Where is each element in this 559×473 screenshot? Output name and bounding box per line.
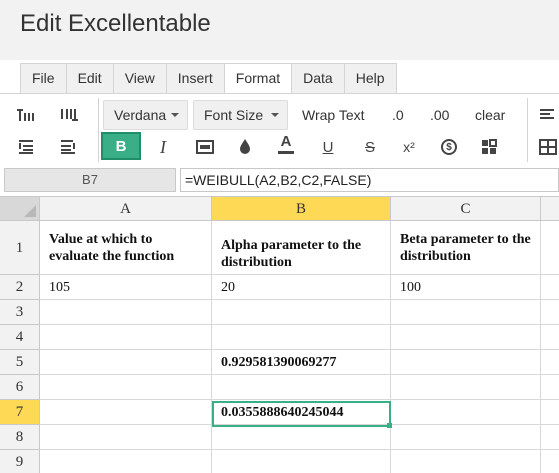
chevron-down-icon bbox=[171, 113, 179, 117]
cell-a3[interactable] bbox=[40, 300, 212, 325]
font-size-value: Font Size bbox=[204, 107, 264, 123]
cell-c1[interactable]: Beta parameter to the distribution bbox=[391, 221, 541, 275]
cell-d2[interactable] bbox=[541, 275, 559, 300]
menu-insert[interactable]: Insert bbox=[166, 63, 225, 94]
column-header-a[interactable]: A bbox=[40, 197, 212, 221]
menu-help[interactable]: Help bbox=[344, 63, 397, 94]
wrap-text-button[interactable]: Wrap Text bbox=[302, 107, 365, 123]
cell-b3[interactable] bbox=[212, 300, 391, 325]
cell-a2[interactable]: 105 bbox=[40, 275, 212, 300]
row-header-1[interactable]: 1 bbox=[0, 221, 40, 275]
insert-column-left-icon[interactable] bbox=[14, 134, 40, 160]
align-left-icon[interactable] bbox=[535, 102, 559, 128]
cell-c2[interactable]: 100 bbox=[391, 275, 541, 300]
font-color-button[interactable]: A bbox=[273, 130, 299, 156]
font-color-swatch bbox=[278, 150, 294, 154]
cell-d3[interactable] bbox=[541, 300, 559, 325]
toolbar-separator bbox=[98, 98, 99, 162]
insert-row-below-icon[interactable] bbox=[56, 102, 82, 128]
row-header-9[interactable]: 9 bbox=[0, 450, 40, 473]
table-format-icon[interactable] bbox=[476, 134, 502, 160]
cell-a6[interactable] bbox=[40, 375, 212, 400]
cell-d4[interactable] bbox=[541, 325, 559, 350]
cell-d7[interactable] bbox=[541, 400, 559, 425]
cell-d8[interactable] bbox=[541, 425, 559, 450]
cell-b1[interactable]: Alpha parameter to the distribution bbox=[212, 221, 391, 275]
cell-d5[interactable] bbox=[541, 350, 559, 375]
bold-button[interactable]: B bbox=[101, 132, 141, 160]
menu-view[interactable]: View bbox=[113, 63, 167, 94]
cell-reference-box[interactable]: B7 bbox=[4, 168, 176, 192]
cell-a8[interactable] bbox=[40, 425, 212, 450]
decrease-decimal-button[interactable]: .0 bbox=[392, 107, 404, 123]
cell-c7[interactable] bbox=[391, 400, 541, 425]
cell-a9[interactable] bbox=[40, 450, 212, 473]
cell-d9[interactable] bbox=[541, 450, 559, 473]
cell-b9[interactable] bbox=[212, 450, 391, 473]
cell-d6[interactable] bbox=[541, 375, 559, 400]
row-header-3[interactable]: 3 bbox=[0, 300, 40, 325]
menu-file[interactable]: File bbox=[20, 63, 67, 94]
cell-a5[interactable] bbox=[40, 350, 212, 375]
cell-a7[interactable] bbox=[40, 400, 212, 425]
font-family-value: Verdana bbox=[114, 107, 167, 123]
cell-c4[interactable] bbox=[391, 325, 541, 350]
cell-a1[interactable]: Value at which to evaluate the function bbox=[40, 221, 212, 275]
cell-b4[interactable] bbox=[212, 325, 391, 350]
fill-color-icon[interactable] bbox=[232, 134, 258, 160]
superscript-button[interactable]: x² bbox=[396, 134, 422, 160]
app-title: Edit Excellentable bbox=[20, 10, 211, 37]
column-header-c[interactable]: C bbox=[391, 197, 541, 221]
menu-edit[interactable]: Edit bbox=[66, 63, 114, 94]
cell-c5[interactable] bbox=[391, 350, 541, 375]
menu-bar: File Edit View Insert Format Data Help bbox=[20, 63, 397, 94]
row-header-6[interactable]: 6 bbox=[0, 375, 40, 400]
column-header-d[interactable] bbox=[541, 197, 559, 221]
font-color-label: A bbox=[280, 132, 292, 150]
insert-row-above-icon[interactable] bbox=[14, 102, 40, 128]
cell-d1[interactable] bbox=[541, 221, 559, 275]
row-header-5[interactable]: 5 bbox=[0, 350, 40, 375]
font-size-select[interactable]: Font Size bbox=[193, 100, 288, 130]
cell-c9[interactable] bbox=[391, 450, 541, 473]
cell-b8[interactable] bbox=[212, 425, 391, 450]
row-header-8[interactable]: 8 bbox=[0, 425, 40, 450]
menu-data[interactable]: Data bbox=[292, 63, 345, 94]
row-header-7[interactable]: 7 bbox=[0, 400, 40, 425]
strikethrough-button[interactable]: S bbox=[357, 134, 383, 160]
chevron-down-icon bbox=[271, 113, 279, 117]
currency-icon: $ bbox=[441, 139, 457, 155]
cell-b2[interactable]: 20 bbox=[212, 275, 391, 300]
cell-b5[interactable]: 0.929581390069277 bbox=[212, 350, 391, 375]
italic-button[interactable]: I bbox=[150, 134, 176, 160]
column-header-b[interactable]: B bbox=[212, 197, 391, 221]
spreadsheet-grid: A B C 1 2 3 4 5 6 7 8 9 Value at which t… bbox=[0, 196, 559, 473]
cell-c6[interactable] bbox=[391, 375, 541, 400]
formula-bar: B7 =WEIBULL(A2,B2,C2,FALSE) bbox=[0, 168, 559, 193]
title-bar: Edit Excellentable bbox=[0, 0, 559, 60]
borders-icon[interactable] bbox=[535, 134, 559, 160]
cell-b6[interactable] bbox=[212, 375, 391, 400]
toolbar: Verdana Font Size Wrap Text .0 .00 clear… bbox=[0, 93, 559, 165]
cell-b7[interactable]: 0.0355888640245044 bbox=[212, 400, 391, 425]
row-header-2[interactable]: 2 bbox=[0, 275, 40, 300]
cell-c8[interactable] bbox=[391, 425, 541, 450]
select-all-corner[interactable] bbox=[0, 197, 40, 221]
formula-input[interactable]: =WEIBULL(A2,B2,C2,FALSE) bbox=[180, 168, 559, 192]
merge-cells-icon[interactable] bbox=[192, 134, 218, 160]
row-header-4[interactable]: 4 bbox=[0, 325, 40, 350]
font-family-select[interactable]: Verdana bbox=[103, 100, 188, 130]
cell-c3[interactable] bbox=[391, 300, 541, 325]
toolbar-separator bbox=[527, 98, 528, 162]
increase-decimal-button[interactable]: .00 bbox=[430, 107, 449, 123]
clear-button[interactable]: clear bbox=[475, 107, 505, 123]
underline-button[interactable]: U bbox=[315, 134, 341, 160]
currency-button[interactable]: $ bbox=[436, 134, 462, 160]
insert-column-right-icon[interactable] bbox=[56, 134, 82, 160]
cell-a4[interactable] bbox=[40, 325, 212, 350]
menu-format[interactable]: Format bbox=[224, 63, 293, 94]
